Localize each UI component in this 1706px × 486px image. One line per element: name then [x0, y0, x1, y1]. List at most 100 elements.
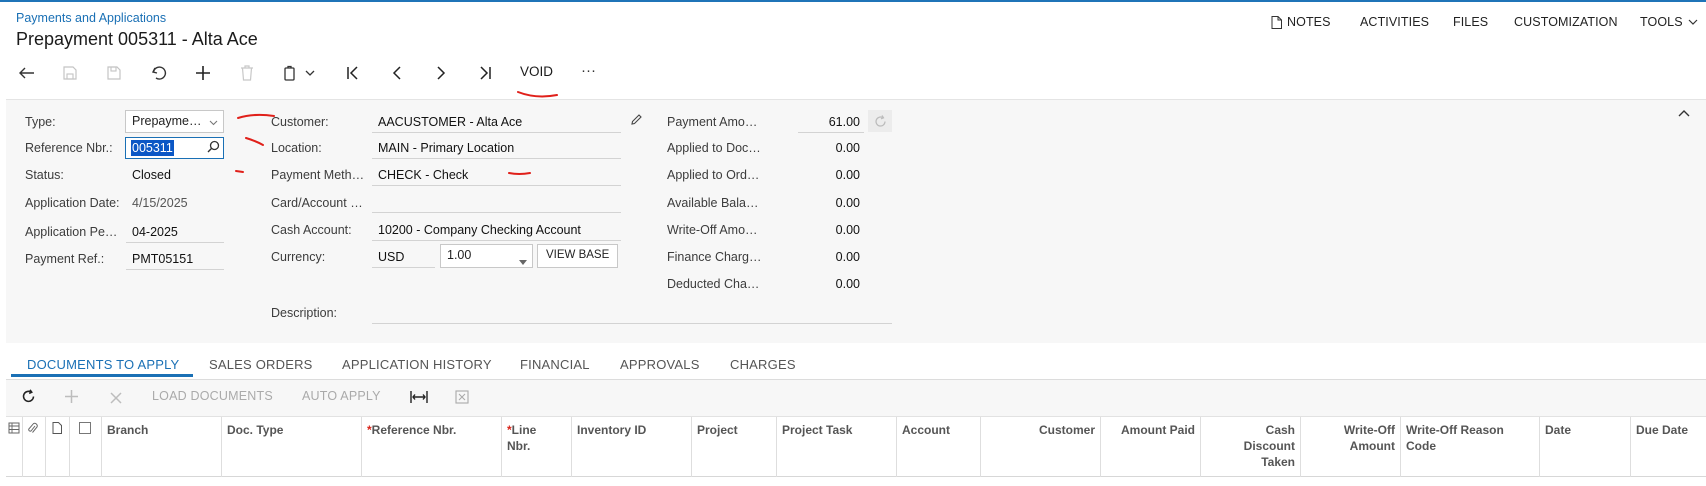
column-write-off-reason-label-1: Write-Off Reason [1406, 423, 1504, 437]
amount-value: 0.00 [835, 196, 860, 210]
more-actions-icon[interactable]: ··· [581, 62, 596, 79]
column-project[interactable]: Project [692, 417, 777, 477]
column-doc-type[interactable]: Doc. Type [222, 417, 362, 477]
payment-ref-value[interactable]: PMT05151 [132, 252, 193, 266]
delete-row-icon[interactable] [110, 391, 122, 409]
amount-value: 61.00 [828, 115, 860, 129]
top-accent-line [0, 0, 1706, 2]
undo-icon[interactable] [148, 62, 170, 84]
files-label: FILES [1453, 15, 1489, 29]
card-account-field[interactable] [372, 212, 621, 213]
customization-label: CUSTOMIZATION [1514, 15, 1618, 29]
field-underline [126, 269, 224, 270]
payment-method-value[interactable]: CHECK - Check [378, 168, 468, 182]
refresh-icon[interactable] [21, 389, 36, 409]
amount-value: 0.00 [835, 277, 860, 291]
currency-value[interactable]: USD [378, 250, 404, 264]
customer-label: Customer: [271, 115, 329, 129]
reference-nbr-label: Reference Nbr.: [25, 141, 113, 155]
tab-financial[interactable]: FINANCIAL [520, 357, 590, 372]
chevron-down-icon[interactable] [304, 62, 316, 84]
column-line-nbr[interactable]: *Line Nbr. [502, 417, 572, 477]
column-inventory-id[interactable]: Inventory ID [572, 417, 692, 477]
breadcrumb[interactable]: Payments and Applications [16, 11, 166, 25]
column-due-date[interactable]: Due Date [1631, 417, 1706, 477]
application-date-value[interactable]: 4/15/2025 [132, 196, 188, 210]
tab-application-history[interactable]: APPLICATION HISTORY [342, 357, 492, 372]
first-record-icon[interactable] [342, 62, 364, 84]
tab-approvals[interactable]: APPROVALS [620, 357, 700, 372]
currency-rate-value: 1.00 [447, 248, 472, 262]
row-selector-icon[interactable] [6, 417, 23, 477]
column-line-nbr-label-1: Line [511, 423, 537, 437]
column-date[interactable]: Date [1540, 417, 1631, 477]
application-period-value[interactable]: 04-2025 [132, 225, 178, 239]
note-icon[interactable] [46, 417, 70, 477]
column-customer[interactable]: Customer [981, 417, 1101, 477]
tools-menu[interactable]: TOOLS [1640, 15, 1698, 29]
location-value[interactable]: MAIN - Primary Location [378, 141, 514, 155]
last-record-icon[interactable] [474, 62, 496, 84]
delete-icon[interactable] [236, 62, 258, 84]
cash-account-value[interactable]: 10200 - Company Checking Account [378, 223, 581, 237]
tab-documents-to-apply[interactable]: DOCUMENTS TO APPLY [27, 357, 179, 372]
type-label: Type: [25, 115, 56, 129]
currency-rate-select[interactable]: 1.00 [440, 244, 533, 268]
column-account[interactable]: Account [897, 417, 981, 477]
view-base-button[interactable]: VIEW BASE [537, 244, 619, 268]
save-icon[interactable] [103, 62, 125, 84]
customization-menu[interactable]: CUSTOMIZATION [1514, 15, 1618, 29]
add-icon[interactable] [192, 62, 214, 84]
type-select[interactable]: Prepayme… [125, 110, 224, 133]
amount-label: Available Bala… [667, 196, 759, 210]
reference-nbr-value: 005311 [131, 140, 174, 156]
back-icon[interactable] [16, 62, 38, 84]
column-write-off-reason-code[interactable]: Write-Off Reason Code [1401, 417, 1540, 477]
note-icon [1271, 15, 1282, 29]
status-label: Status: [25, 168, 64, 182]
add-row-icon[interactable] [65, 390, 78, 408]
field-underline [798, 132, 864, 133]
column-amount-paid[interactable]: Amount Paid [1101, 417, 1201, 477]
previous-record-icon[interactable] [386, 62, 408, 84]
column-reference-nbr-label: Reference Nbr. [371, 423, 457, 437]
fit-columns-icon[interactable] [410, 390, 428, 409]
payment-method-label: Payment Meth… [271, 168, 365, 182]
search-icon[interactable] [207, 140, 220, 158]
tab-sales-orders[interactable]: SALES ORDERS [209, 357, 313, 372]
active-tab-indicator [11, 374, 193, 377]
amount-label: Applied to Doc… [667, 141, 761, 155]
amount-label: Deducted Cha… [667, 277, 760, 291]
column-branch[interactable]: Branch [102, 417, 222, 477]
tools-label: TOOLS [1640, 15, 1683, 29]
select-all-checkbox[interactable] [70, 417, 102, 477]
edit-pencil-icon[interactable] [630, 113, 643, 131]
refresh-amount-icon[interactable] [868, 110, 892, 132]
activities-menu[interactable]: ACTIVITIES [1360, 15, 1429, 29]
collapse-icon[interactable] [1678, 104, 1690, 122]
field-underline [372, 240, 621, 241]
notes-menu[interactable]: NOTES [1271, 15, 1331, 29]
copy-paste-icon[interactable] [280, 62, 302, 84]
chevron-down-icon [209, 115, 218, 129]
column-write-off-amount[interactable]: Write-Off Amount [1301, 417, 1401, 477]
location-label: Location: [271, 141, 322, 155]
files-menu[interactable]: FILES [1453, 15, 1488, 29]
load-documents-button[interactable]: LOAD DOCUMENTS [152, 389, 273, 403]
column-cash-discount-taken[interactable]: Cash Discount Taken [1201, 417, 1301, 477]
tab-charges[interactable]: CHARGES [730, 357, 796, 372]
description-field[interactable] [372, 323, 892, 324]
column-cash-discount-label-2: Discount [1243, 439, 1295, 453]
export-excel-icon[interactable] [455, 390, 469, 409]
amount-value: 0.00 [835, 141, 860, 155]
column-project-task[interactable]: Project Task [777, 417, 897, 477]
attachment-icon[interactable] [23, 417, 46, 477]
void-button[interactable]: VOID [520, 64, 553, 79]
save-and-close-icon[interactable] [59, 62, 81, 84]
customer-value[interactable]: AACUSTOMER - Alta Ace [378, 115, 522, 129]
next-record-icon[interactable] [430, 62, 452, 84]
amount-label: Write-Off Amo… [667, 223, 758, 237]
column-reference-nbr[interactable]: *Reference Nbr. [362, 417, 502, 477]
auto-apply-button[interactable]: AUTO APPLY [302, 389, 381, 403]
amount-label: Payment Amo… [667, 115, 758, 129]
